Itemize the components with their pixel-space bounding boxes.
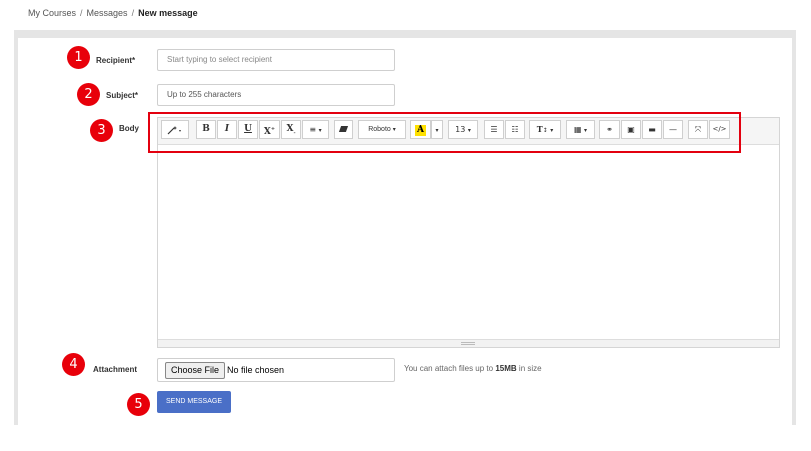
annotation-badge-2: 2 <box>77 83 100 106</box>
annotation-badge-1: 1 <box>67 46 90 69</box>
attachment-label: Attachment <box>93 365 138 374</box>
breadcrumb-messages[interactable]: Messages <box>87 8 128 18</box>
attachment-file-input: Choose File No file chosen <box>157 358 395 382</box>
subject-label: Subject* <box>106 91 139 100</box>
subject-input[interactable]: Up to 255 characters <box>157 84 395 106</box>
recipient-input[interactable]: Start typing to select recipient <box>157 49 395 71</box>
annotation-badge-4: 4 <box>62 353 85 376</box>
breadcrumb-separator: / <box>80 8 83 18</box>
hint-size: 15MB <box>495 364 517 373</box>
annotation-badge-3: 3 <box>90 119 113 142</box>
body-label: Body <box>119 124 139 133</box>
attachment-size-hint: You can attach files up to 15MB in size <box>404 364 542 373</box>
body-editor-area[interactable] <box>158 145 779 339</box>
toolbar-highlight-box <box>148 112 741 153</box>
recipient-label: Recipient* <box>96 56 136 65</box>
editor-resize-handle[interactable] <box>158 339 779 347</box>
breadcrumb-current: New message <box>138 8 198 18</box>
send-message-button[interactable]: SEND MESSAGE <box>157 391 231 413</box>
file-status-text: No file chosen <box>227 365 285 375</box>
hint-prefix: You can attach files up to <box>404 364 494 373</box>
choose-file-button[interactable]: Choose File <box>165 362 226 379</box>
hint-suffix: in size <box>518 364 542 373</box>
breadcrumb-my-courses[interactable]: My Courses <box>28 8 76 18</box>
resize-grip-icon <box>461 342 475 345</box>
breadcrumb: My Courses / Messages / New message <box>28 8 198 18</box>
breadcrumb-separator: / <box>131 8 135 18</box>
annotation-badge-5: 5 <box>127 393 150 416</box>
